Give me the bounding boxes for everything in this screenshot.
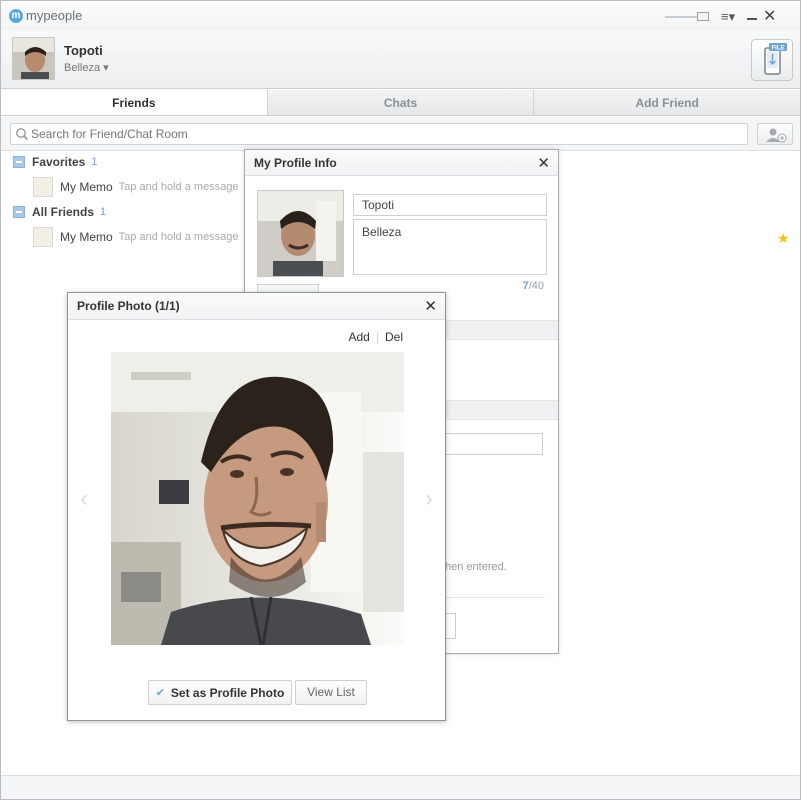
user-status[interactable]: Belleza ▾ [64,61,109,74]
file-transfer-button[interactable]: FILE [751,39,793,81]
dialog-title: Profile Photo (1/1) [77,299,180,313]
search-row [1,117,800,151]
collapse-icon[interactable] [13,206,25,218]
menu-icon[interactable]: ≡▾ [721,9,735,25]
profile-photo-dialog: Profile Photo (1/1) ✕ Add | Del ‹ › ✔ Se… [67,292,446,721]
group-all-friends[interactable]: All Friends 1 [13,202,106,222]
profile-photo-image [111,352,404,645]
profile-info-photo[interactable] [257,190,344,277]
friend-name: My Memo [60,180,113,194]
profile-header: Topoti Belleza ▾ FILE [1,31,800,89]
list-item[interactable]: My Memo Tap and hold a message [33,226,243,248]
user-status-text: Belleza [64,62,101,74]
set-as-profile-photo-label: Set as Profile Photo [170,685,285,700]
search-input[interactable] [31,126,731,142]
add-photo-button[interactable]: Add [349,330,370,344]
opacity-slider-track[interactable] [665,16,701,18]
check-icon: ✔ [155,687,165,699]
user-name: Topoti [64,43,103,58]
chevron-down-icon: ▾ [103,62,109,74]
character-counter: 7/40 [523,280,544,292]
separator: | [375,330,379,344]
memo-icon [33,227,53,247]
view-list-button[interactable]: View List [295,680,367,705]
friend-message: Tap and hold a message [118,231,239,243]
add-friend-button[interactable] [757,123,793,145]
close-window-button[interactable]: ✕ [763,6,776,26]
close-icon[interactable]: ✕ [424,297,437,315]
collapse-icon[interactable] [13,156,25,168]
profile-extra-field[interactable] [445,433,543,455]
dialog-button[interactable] [445,613,456,639]
star-icon[interactable]: ★ [777,230,790,247]
group-name: All Friends [32,205,95,219]
dialog-title-bar: My Profile Info ✕ [245,150,558,176]
add-person-icon [766,128,787,143]
photo-actions: Add | Del [349,330,404,344]
title-bar: m mypeople ≡▾ ✕ [1,1,800,31]
group-count: 1 [91,156,98,168]
counter-max: /40 [528,280,544,292]
avatar[interactable] [12,37,55,80]
tab-add-friend[interactable]: Add Friend [534,90,801,115]
close-icon[interactable]: ✕ [537,154,550,172]
group-name: Favorites [32,155,86,169]
profile-name-field[interactable]: Topoti [353,194,547,216]
hint-text: hen entered. [445,561,507,573]
app-title: mypeople [26,8,83,23]
svg-text:FILE: FILE [772,46,785,52]
status-bar [1,775,800,799]
app-logo-icon: m [9,9,23,23]
app-window: m mypeople ≡▾ ✕ Topoti Belleza ▾ FILE Fr… [0,0,801,800]
memo-icon [33,177,53,197]
main-tabs: Friends Chats Add Friend [1,90,801,116]
search-box[interactable] [10,123,748,145]
set-as-profile-photo-button[interactable]: ✔ Set as Profile Photo [148,680,292,705]
list-item[interactable]: My Memo Tap and hold a message [33,176,243,198]
opacity-slider-thumb[interactable] [697,12,709,21]
minimize-button[interactable] [745,7,759,23]
divider [445,597,545,598]
chevron-left-icon[interactable]: ‹ [80,485,88,513]
delete-photo-button[interactable]: Del [385,330,403,344]
chevron-right-icon[interactable]: › [425,485,433,513]
friend-name: My Memo [60,230,113,244]
group-favorites[interactable]: Favorites 1 [13,152,97,172]
dialog-title: My Profile Info [254,156,337,170]
dialog-title-bar: Profile Photo (1/1) ✕ [68,293,445,320]
search-icon [16,128,29,141]
tab-chats[interactable]: Chats [267,90,535,115]
tab-friends[interactable]: Friends [1,90,268,115]
profile-status-field[interactable]: Belleza [353,219,547,275]
group-count: 1 [100,206,107,218]
friend-message: Tap and hold a message [118,181,239,193]
phone-file-icon: FILE [764,43,787,75]
